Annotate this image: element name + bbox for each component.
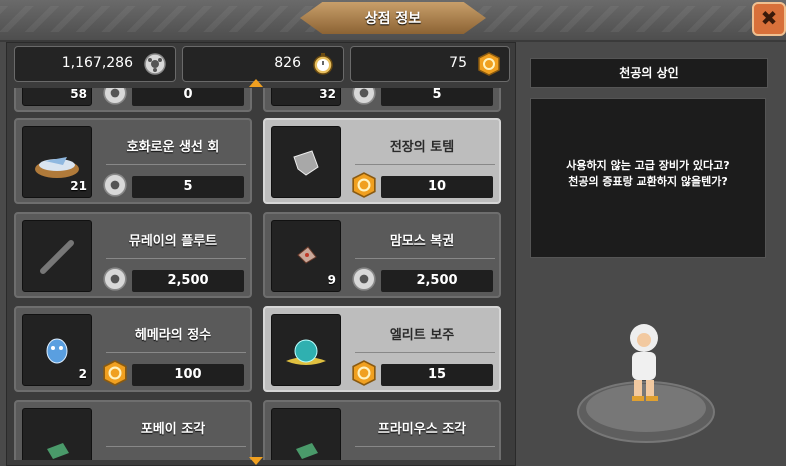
item-price: 5: [381, 88, 493, 106]
item-thumbnail: 2: [22, 314, 92, 386]
gold-emblem-icon: [103, 360, 127, 386]
item-thumbnail: [22, 408, 92, 460]
item-name: 전장의 토템: [389, 140, 455, 155]
gear-coin-icon: [103, 267, 127, 291]
currency-gear-coins: 1,167,286: [14, 46, 176, 82]
divider: [355, 446, 495, 447]
item-thumbnail: [271, 314, 341, 386]
item-thumbnail: 21: [22, 126, 92, 198]
gear-coin-icon: [352, 267, 376, 291]
item-quantity: 9: [327, 273, 336, 287]
item-thumbnail: 58: [22, 88, 92, 106]
npc-dialogue-box: 사용하지 않는 고급 장비가 있다고? 천공의 증표랑 교환하지 않을텐가?: [530, 98, 766, 258]
divider: [106, 352, 246, 353]
divider: [355, 164, 495, 165]
npc-character: [630, 324, 658, 401]
flute-icon: [40, 240, 74, 274]
currency-gold-emblem: 75: [350, 46, 510, 82]
item-price: 15: [381, 364, 493, 386]
item-price: 5: [132, 176, 244, 198]
item-name: 맘모스 복권: [389, 234, 455, 249]
currency-value: 826: [274, 55, 301, 71]
totem-icon: [293, 150, 319, 176]
gold-emblem-icon: [352, 172, 376, 198]
item-price: 2,500: [381, 270, 493, 292]
item-thumbnail: 9: [271, 220, 341, 292]
fragment-icon: [47, 443, 69, 459]
item-thumbnail: [271, 126, 341, 198]
item-price: 0: [132, 88, 244, 106]
shop-item-card[interactable]: 21 호화로운 생선 회 5: [14, 118, 252, 204]
gold-emblem-icon: [478, 52, 500, 76]
item-name: 엘리트 보주: [389, 328, 455, 343]
item-quantity: 2: [78, 367, 87, 381]
shop-item-card-selected[interactable]: 전장의 토템 10: [263, 118, 501, 204]
fragment-icon: [296, 443, 318, 459]
item-thumbnail: [22, 220, 92, 292]
item-list: 58 0 32 5 21 호화로운 생선 회 5 전장의 토템 10 뮤레이의 …: [14, 88, 508, 460]
item-thumbnail: [271, 408, 341, 460]
item-name: 프라미우스 조각: [377, 422, 467, 437]
stopwatch-icon: [313, 53, 333, 75]
dialogue-line: 사용하지 않는 고급 장비가 있다고?: [566, 159, 730, 172]
item-name: 포베이 조각: [140, 422, 206, 437]
shop-item-card[interactable]: 뮤레이의 플루트 2,500: [14, 212, 252, 298]
gold-emblem-icon: [352, 360, 376, 386]
scroll-down-arrow[interactable]: [249, 457, 263, 465]
currency-stopwatch: 826: [182, 46, 344, 82]
item-name: 호화로운 생선 회: [126, 140, 220, 155]
close-icon: ✖: [760, 6, 778, 30]
close-button[interactable]: ✖: [752, 2, 786, 36]
divider: [355, 258, 495, 259]
divider: [106, 258, 246, 259]
item-thumbnail: 32: [271, 88, 341, 106]
item-quantity: 21: [70, 179, 87, 193]
divider: [106, 164, 246, 165]
shop-item-card[interactable]: 2 헤메라의 정수 100: [14, 306, 252, 392]
item-price: 100: [132, 364, 244, 386]
dialogue-line: 천공의 증표랑 교환하지 않을텐가?: [568, 175, 728, 188]
item-price: 2,500: [132, 270, 244, 292]
divider: [355, 352, 495, 353]
gear-coin-icon: [103, 88, 127, 105]
gear-coin-icon: [144, 53, 166, 75]
gear-coin-icon: [352, 88, 376, 105]
page-title: 상점 정보: [364, 11, 422, 27]
scroll-up-arrow[interactable]: [249, 79, 263, 87]
title-plate: 상점 정보: [300, 2, 486, 34]
npc-name: 천공의 상인: [530, 58, 768, 88]
shop-item-card[interactable]: 32 5: [263, 88, 501, 112]
shop-item-card-selected[interactable]: 엘리트 보주 15: [263, 306, 501, 392]
item-name: 헤메라의 정수: [134, 328, 212, 343]
item-price: 10: [381, 176, 493, 198]
shop-item-card[interactable]: 포베이 조각: [14, 400, 252, 460]
item-name: 뮤레이의 플루트: [128, 234, 218, 249]
shop-item-card[interactable]: 58 0: [14, 88, 252, 112]
npc-panel: 천공의 상인 사용하지 않는 고급 장비가 있다고? 천공의 증표랑 교환하지 …: [522, 42, 780, 464]
currency-value: 1,167,286: [61, 55, 133, 71]
item-quantity: 58: [70, 88, 87, 101]
currency-value: 75: [449, 55, 467, 71]
gear-coin-icon: [103, 173, 127, 197]
item-quantity: 32: [319, 88, 336, 101]
divider: [106, 446, 246, 447]
shop-item-card[interactable]: 9 맘모스 복권 2,500: [263, 212, 501, 298]
orb-icon: [286, 339, 326, 365]
shop-item-card[interactable]: 프라미우스 조각: [263, 400, 501, 460]
